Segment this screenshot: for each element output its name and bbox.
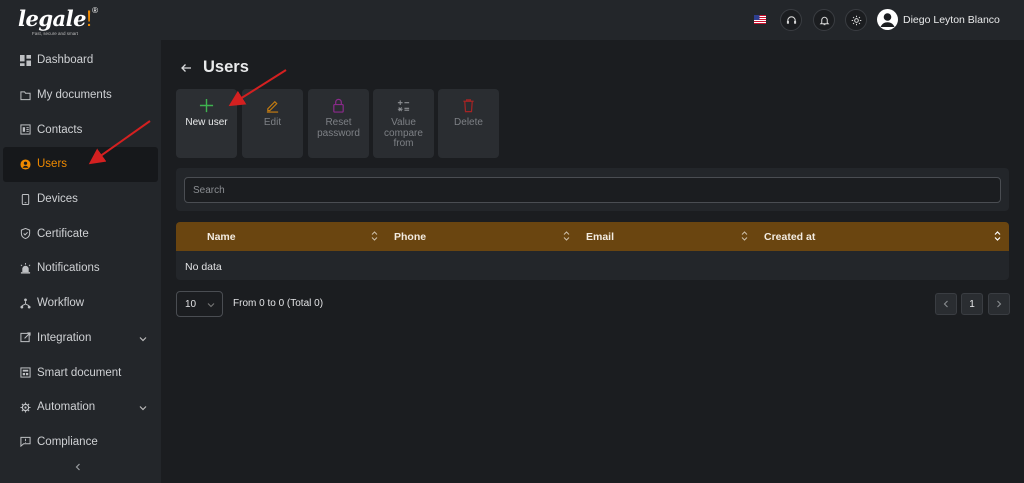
action-label: New user [185, 117, 228, 128]
sidebar-item-compliance[interactable]: Compliance [0, 425, 161, 460]
action-label: Delete [454, 117, 483, 128]
sidebar-item-label: Smart document [37, 366, 122, 379]
comment-icon [20, 436, 31, 448]
dashboard-icon [20, 54, 31, 66]
sidebar-item-my-documents[interactable]: My documents [0, 78, 161, 113]
sidebar-item-users[interactable]: Users [3, 147, 158, 182]
sort-icon[interactable] [371, 230, 378, 242]
action-label: Reset password [317, 117, 360, 139]
alarm-icon [20, 262, 31, 274]
sort-icon[interactable] [563, 230, 570, 242]
sidebar-item-workflow[interactable]: Workflow [0, 286, 161, 321]
pagination-range-text: From 0 to 0 (Total 0) [233, 298, 324, 309]
lock-icon [333, 98, 344, 113]
page-size-value: 10 [185, 299, 197, 310]
edit-button[interactable]: Edit [242, 89, 303, 158]
top-bar: Diego Leyton Blanco [161, 0, 1024, 40]
reset-password-button[interactable]: Reset password [308, 89, 369, 158]
notifications-button[interactable] [813, 9, 835, 31]
search-panel [176, 168, 1009, 211]
sidebar-item-label: Devices [37, 193, 78, 206]
sidebar-item-notifications[interactable]: Notifications [0, 251, 161, 286]
previous-page-button[interactable] [935, 293, 957, 315]
bell-icon [819, 16, 829, 25]
pencil-icon [266, 100, 279, 113]
column-header-email[interactable]: Email [586, 231, 614, 243]
sidebar-item-dashboard[interactable]: Dashboard [0, 43, 161, 78]
sidebar-item-smart-document[interactable]: Smart document [0, 355, 161, 390]
column-header-created-at[interactable]: Created at [764, 231, 815, 243]
page-title: Users [203, 58, 249, 76]
logo-tagline: Fast, secure and smart [32, 31, 79, 36]
legale-logo[interactable]: legale!® Fast, secure and smart [18, 6, 98, 40]
sidebar-item-label: Certificate [37, 227, 89, 240]
shield-check-icon [20, 228, 31, 240]
support-icon [786, 15, 796, 24]
delete-button[interactable]: Delete [438, 89, 499, 158]
sidebar-item-label: Contacts [37, 123, 83, 136]
sidebar: legale!® Fast, secure and smart Dashboar… [0, 0, 161, 483]
sidebar-item-automation[interactable]: Automation [0, 390, 161, 425]
contacts-icon [20, 124, 31, 135]
sidebar-item-label: Notifications [37, 262, 100, 275]
plus-icon [199, 98, 214, 113]
search-input[interactable] [184, 177, 1001, 203]
empty-table-message: No data [185, 261, 222, 273]
theme-toggle-button[interactable] [845, 9, 867, 31]
sidebar-item-label: Users [37, 158, 68, 171]
chevron-down-icon[interactable] [139, 334, 147, 342]
sidebar-item-integration[interactable]: Integration [0, 321, 161, 356]
compare-icon [397, 100, 410, 112]
sort-icon[interactable] [741, 230, 748, 242]
sidebar-item-label: Workflow [37, 297, 85, 310]
back-arrow-icon[interactable] [180, 62, 192, 74]
users-table: Name Phone Email Created at No data [176, 222, 1009, 280]
support-button[interactable] [780, 9, 802, 31]
integration-icon [20, 332, 31, 343]
chevron-down-icon [207, 303, 215, 308]
sidebar-item-certificate[interactable]: Certificate [0, 216, 161, 251]
workflow-icon [20, 298, 31, 309]
sidebar-item-label: My documents [37, 89, 112, 102]
sidebar-item-devices[interactable]: Devices [0, 182, 161, 217]
action-label: Edit [263, 117, 282, 128]
sort-icon[interactable] [994, 230, 1001, 242]
sidebar-item-label: Integration [37, 331, 92, 344]
chevron-right-icon [997, 300, 1002, 308]
folder-icon [20, 90, 31, 101]
chevron-left-icon [75, 463, 80, 471]
page-number-button[interactable]: 1 [961, 293, 983, 315]
device-icon [20, 193, 31, 205]
sidebar-item-contacts[interactable]: Contacts [0, 112, 161, 147]
sidebar-item-label: Compliance [37, 435, 98, 448]
sidebar-collapse-button[interactable] [74, 462, 82, 474]
chevron-left-icon [943, 300, 948, 308]
sun-icon [851, 15, 861, 25]
trash-icon [463, 99, 474, 113]
user-name[interactable]: Diego Leyton Blanco [903, 14, 1000, 26]
sidebar-item-label: Dashboard [37, 54, 94, 67]
sidebar-item-label: Automation [37, 401, 96, 414]
table-header: Name Phone Email Created at [176, 222, 1009, 251]
user-circle-icon [20, 159, 31, 170]
column-header-phone[interactable]: Phone [394, 231, 426, 243]
column-header-name[interactable]: Name [207, 231, 236, 243]
sidebar-nav: Dashboard My documents Contacts Users De… [0, 43, 161, 459]
next-page-button[interactable] [988, 293, 1010, 315]
page-size-select[interactable]: 10 [176, 291, 223, 317]
automation-icon [20, 402, 31, 413]
new-user-button[interactable]: New user [176, 89, 237, 158]
smart-document-icon [20, 367, 31, 378]
value-compare-from-button[interactable]: Value compare from [373, 89, 434, 158]
avatar-icon[interactable] [877, 9, 898, 30]
action-label: Value compare from [384, 117, 423, 149]
us-flag-icon[interactable] [754, 15, 766, 24]
chevron-down-icon[interactable] [139, 403, 147, 411]
